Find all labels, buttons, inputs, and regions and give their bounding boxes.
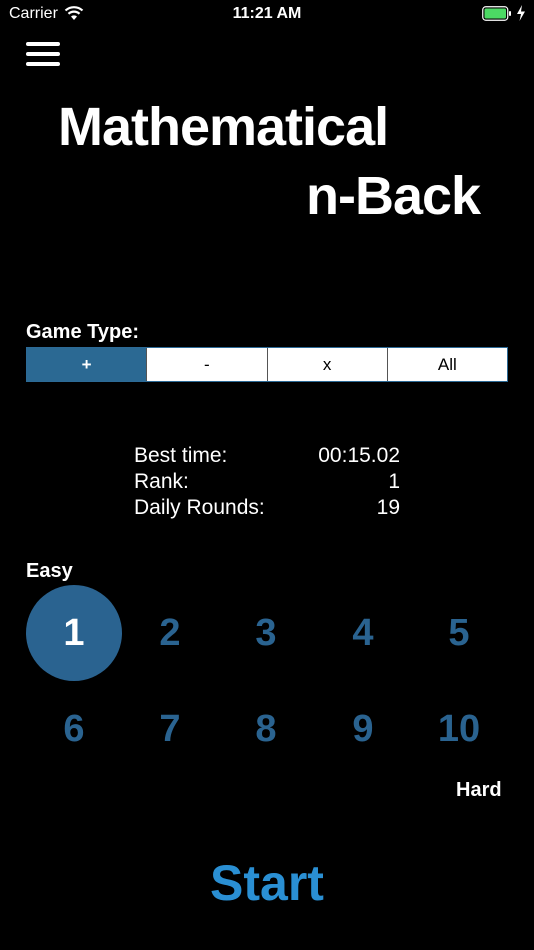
level-7-button[interactable]: 7 (122, 681, 218, 777)
daily-rounds-value: 19 (376, 496, 400, 519)
easy-label: Easy (26, 560, 73, 582)
start-button[interactable]: Start (0, 854, 534, 912)
battery-icon (482, 6, 511, 21)
rank-label: Rank: (134, 470, 189, 493)
level-5-button[interactable]: 5 (411, 585, 507, 681)
segment-multiply[interactable]: x (266, 348, 387, 381)
best-time-label: Best time: (134, 444, 228, 467)
segment-plus[interactable]: + (27, 348, 147, 381)
level-8-button[interactable]: 8 (218, 681, 314, 777)
segment-all[interactable]: All (386, 348, 507, 381)
menu-icon[interactable] (26, 40, 60, 68)
charging-bolt-icon (517, 5, 525, 21)
level-10-button[interactable]: 10 (411, 681, 507, 777)
stats-panel: Best time: 00:15.02 Rank: 1 Daily Rounds… (134, 443, 400, 521)
rank-value: 1 (388, 470, 400, 493)
level-2-button[interactable]: 2 (122, 585, 218, 681)
daily-rounds-label: Daily Rounds: (134, 496, 265, 519)
rank-row: Rank: 1 (134, 469, 400, 495)
clock: 11:21 AM (232, 5, 302, 22)
level-3-button[interactable]: 3 (218, 585, 314, 681)
level-4-button[interactable]: 4 (315, 585, 411, 681)
best-time-value: 00:15.02 (318, 444, 400, 467)
game-type-label: Game Type: (26, 321, 139, 343)
hard-label: Hard (456, 779, 502, 801)
segment-minus[interactable]: - (146, 348, 266, 381)
level-6-button[interactable]: 6 (26, 681, 122, 777)
status-bar: Carrier 11:21 AM (0, 0, 534, 30)
title-mathematical: Mathematical (58, 97, 389, 157)
daily-rounds-row: Daily Rounds: 19 (134, 495, 400, 521)
title-n-back: n-Back (306, 166, 481, 226)
game-type-selector: + - x All (26, 347, 508, 382)
level-9-button[interactable]: 9 (315, 681, 411, 777)
level-1-button[interactable]: 1 (26, 585, 122, 681)
best-time-row: Best time: 00:15.02 (134, 443, 400, 469)
